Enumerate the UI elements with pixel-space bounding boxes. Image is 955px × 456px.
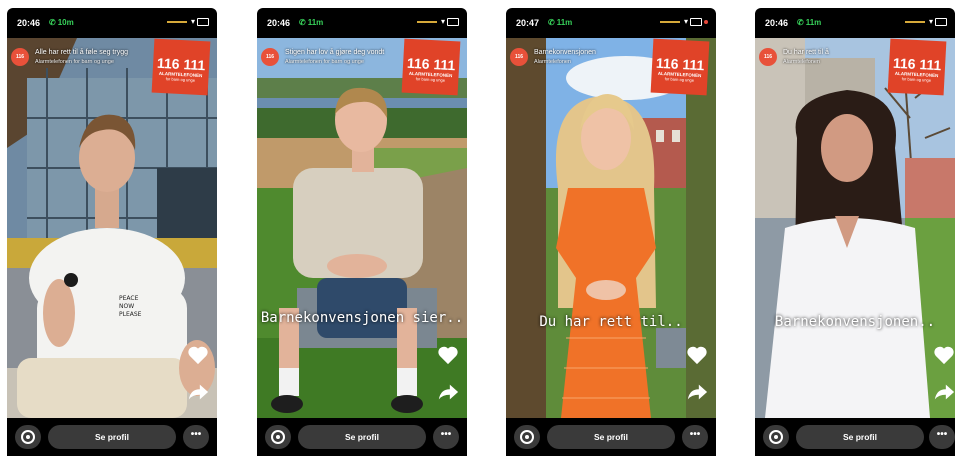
channel-avatar[interactable]: 116 [261, 48, 279, 66]
share-icon[interactable] [187, 382, 209, 402]
channel-avatar[interactable]: 116 [11, 48, 29, 66]
alarmtelefonen-logo: 116 111 ALARMTELEFONEN for barn og unge [887, 38, 947, 96]
call-indicator[interactable]: ✆ 11m [548, 18, 572, 27]
channel-header[interactable]: 116 Alle har rett til å føle seg trygg A… [11, 48, 161, 74]
camera-icon[interactable] [763, 425, 789, 449]
call-indicator[interactable]: ✆ 11m [797, 18, 821, 27]
video-title: Stigen har lov å gjøre deg vondt [285, 49, 385, 56]
battery-icon [447, 17, 459, 26]
channel-name: Alarmtelefonen for barn og unge [35, 59, 114, 65]
phone-icon: ✆ [797, 18, 804, 27]
bottom-bar: Se profil ••• [506, 418, 716, 456]
video-frame [506, 38, 716, 418]
camera-icon[interactable] [15, 425, 41, 449]
wifi-icon: ▾ [928, 17, 933, 26]
share-icon[interactable] [933, 382, 955, 402]
svg-text:PEACE: PEACE [119, 295, 139, 302]
phone-icon: ✆ [548, 18, 555, 27]
video-caption: Barnekonvensjonen sier.. [260, 310, 464, 326]
more-options-button[interactable]: ••• [929, 425, 955, 449]
battery-icon [690, 17, 702, 26]
phone-screen-1: 20:46 ✆ 10m ▾ PEACE NOW PLEASE 116 Alle … [7, 8, 217, 456]
channel-header[interactable]: 116 Barnekonvensjonen Alarmtelefonen [510, 48, 660, 74]
clock: 20:46 [765, 18, 789, 28]
status-bar: 20:46 ✆ 11m ▾ [257, 8, 467, 38]
more-options-button[interactable]: ••• [433, 425, 459, 449]
clock: 20:46 [17, 18, 41, 28]
channel-header[interactable]: 116 Stigen har lov å gjøre deg vondt Ala… [261, 48, 411, 74]
battery-icon [197, 17, 209, 26]
video-player[interactable]: 116 Du har rett til å Alarmtelefonen 116… [755, 38, 955, 418]
system-icons: ▾ [659, 17, 708, 26]
phone-screen-3: 20:47 ✆ 11m ▾ 116 Barnekonvensjonen Alarm… [506, 8, 716, 456]
channel-header[interactable]: 116 Du har rett til å Alarmtelefonen [759, 48, 909, 74]
call-indicator[interactable]: ✆ 10m [49, 18, 74, 27]
more-options-button[interactable]: ••• [183, 425, 209, 449]
system-icons: ▾ [904, 17, 947, 26]
clock: 20:47 [516, 18, 540, 28]
battery-icon [935, 17, 947, 26]
heart-icon[interactable] [933, 344, 955, 366]
call-duration: 11m [805, 18, 822, 27]
alarmtelefonen-logo: 116 111 ALARMTELEFONEN for barn og unge [401, 38, 461, 96]
svg-text:NOW: NOW [119, 303, 134, 310]
bottom-bar: Se profil ••• [257, 418, 467, 456]
video-frame [755, 38, 955, 418]
bottom-bar: Se profil ••• [755, 418, 955, 456]
wifi-icon: ▾ [683, 17, 688, 26]
phone-icon: ✆ [299, 18, 306, 27]
video-title: Alle har rett til å føle seg trygg [35, 49, 128, 56]
video-caption: Barnekonvensjonen.. [774, 314, 936, 330]
camera-icon[interactable] [265, 425, 291, 449]
wifi-icon: ▾ [190, 17, 195, 26]
see-profile-button[interactable]: Se profil [547, 425, 675, 449]
video-player[interactable]: 116 Barnekonvensjonen Alarmtelefonen 116… [506, 38, 716, 418]
channel-avatar[interactable]: 116 [759, 48, 777, 66]
see-profile-button[interactable]: Se profil [298, 425, 426, 449]
share-icon[interactable] [686, 382, 708, 402]
wifi-icon: ▾ [440, 17, 445, 26]
system-icons: ▾ [166, 17, 209, 26]
call-duration: 10m [57, 18, 74, 27]
video-title: Barnekonvensjonen [534, 49, 596, 56]
status-bar: 20:46 ✆ 11m ▾ [755, 8, 955, 38]
video-player[interactable]: PEACE NOW PLEASE 116 Alle har rett til å… [7, 38, 217, 418]
channel-name: Alarmtelefonen [783, 59, 820, 65]
phone-screen-2: 20:46 ✆ 11m ▾ 116 Stigen har lov å gjøre… [257, 8, 467, 456]
svg-text:PLEASE: PLEASE [119, 311, 142, 318]
alarmtelefonen-logo: 116 111 ALARMTELEFONEN for barn og unge [151, 38, 211, 96]
call-duration: 11m [556, 18, 573, 27]
more-options-button[interactable]: ••• [682, 425, 708, 449]
video-frame [257, 38, 467, 418]
call-duration: 11m [307, 18, 324, 27]
status-bar: 20:47 ✆ 11m ▾ [506, 8, 716, 38]
see-profile-button[interactable]: Se profil [48, 425, 176, 449]
call-indicator[interactable]: ✆ 11m [299, 18, 323, 27]
video-title: Du har rett til å [783, 49, 829, 56]
system-icons: ▾ [416, 17, 459, 26]
status-bar: 20:46 ✆ 10m ▾ [7, 8, 217, 38]
channel-avatar[interactable]: 116 [510, 48, 528, 66]
see-profile-button[interactable]: Se profil [796, 425, 924, 449]
phone-icon: ✆ [49, 18, 56, 27]
video-caption: Du har rett til.. [539, 314, 683, 330]
heart-icon[interactable] [686, 344, 708, 366]
heart-icon[interactable] [187, 344, 209, 366]
clock: 20:46 [267, 18, 291, 28]
channel-name: Alarmtelefonen [534, 59, 571, 65]
camera-icon[interactable] [514, 425, 540, 449]
video-frame: PEACE NOW PLEASE [7, 38, 217, 418]
heart-icon[interactable] [437, 344, 459, 366]
alarmtelefonen-logo: 116 111 ALARMTELEFONEN for barn og unge [650, 38, 710, 96]
phone-screen-4: 20:46 ✆ 11m ▾ 116 Du har rett til å Alarm… [755, 8, 955, 456]
video-player[interactable]: 116 Stigen har lov å gjøre deg vondt Ala… [257, 38, 467, 418]
channel-name: Alarmtelefonen for barn og unge [285, 59, 364, 65]
bottom-bar: Se profil ••• [7, 418, 217, 456]
share-icon[interactable] [437, 382, 459, 402]
